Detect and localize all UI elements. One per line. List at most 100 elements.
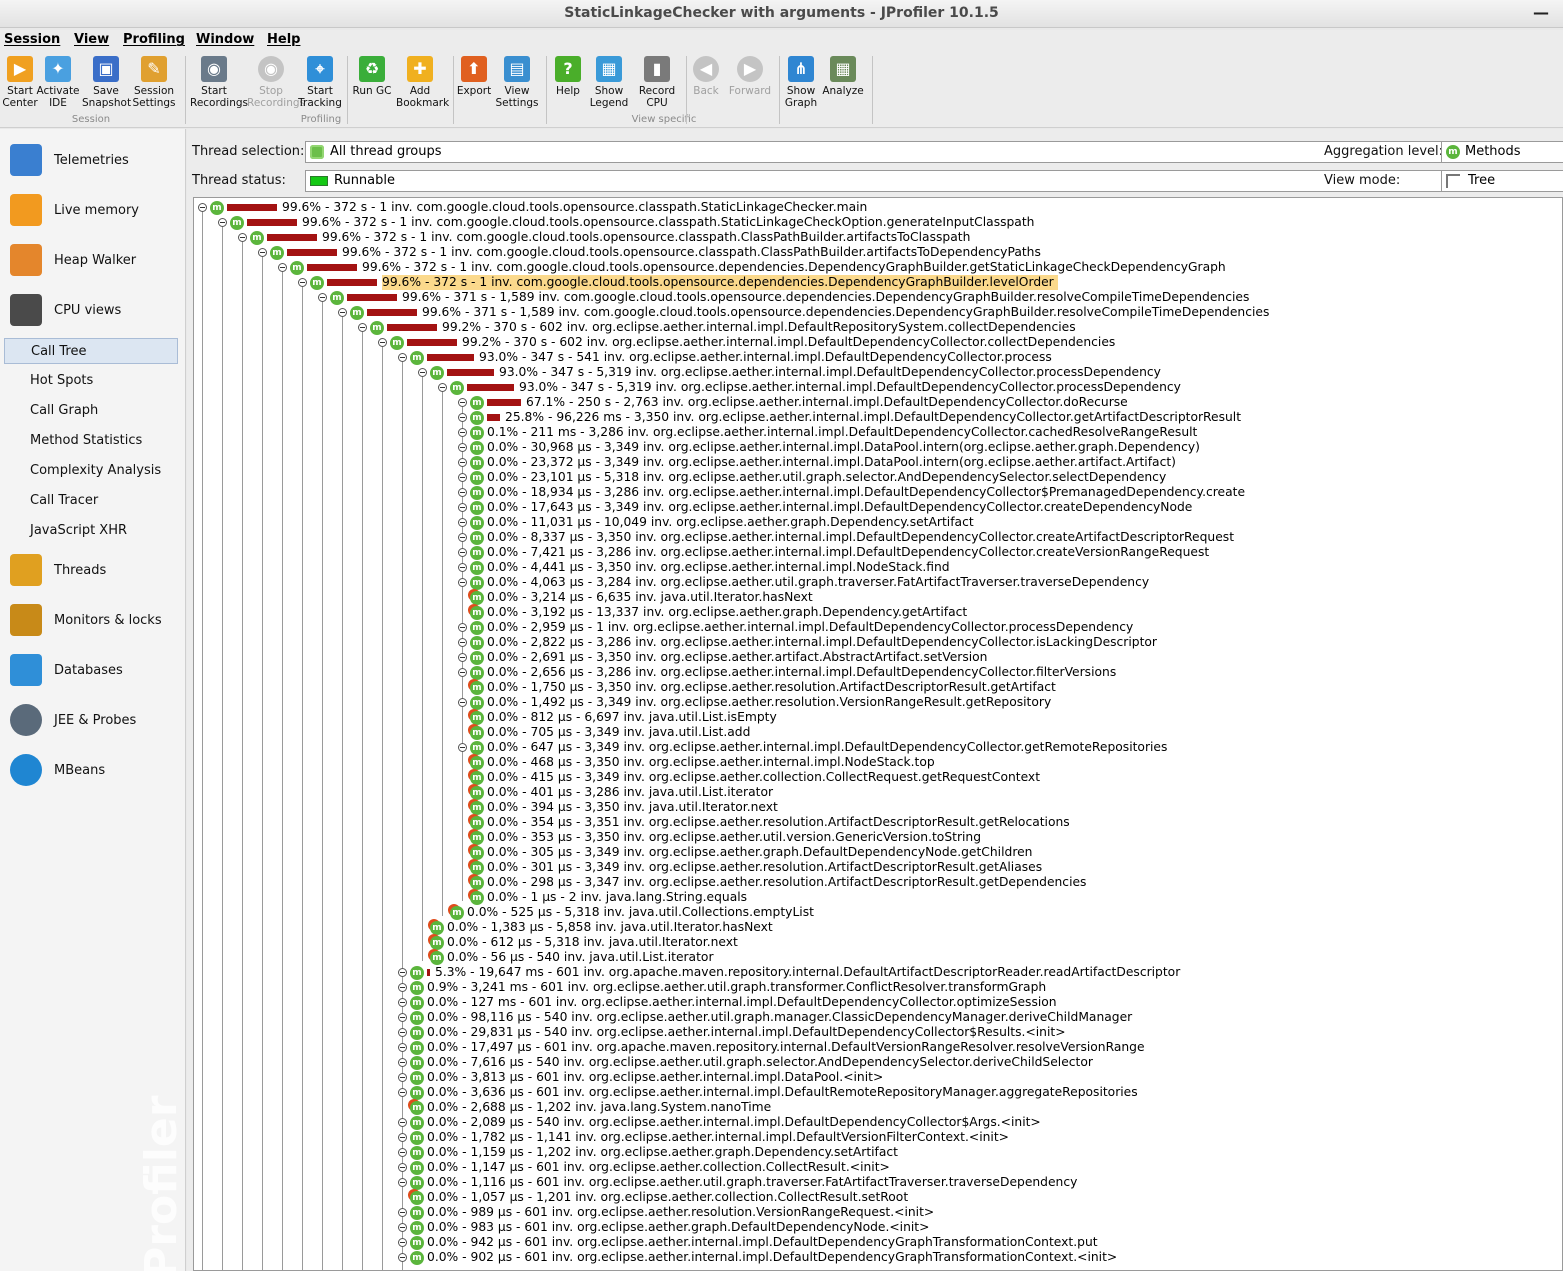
- expand-toggle-icon[interactable]: [398, 968, 407, 977]
- expand-toggle-icon[interactable]: [458, 518, 467, 527]
- tree-node[interactable]: m 99.2% - 370 s - 602 inv. org.eclipse.ae…: [378, 335, 1119, 350]
- expand-toggle-icon[interactable]: [398, 1028, 407, 1037]
- run-gc-button[interactable]: ♻ Run GC: [348, 54, 396, 116]
- expand-toggle-icon[interactable]: [338, 308, 347, 317]
- expand-toggle-icon[interactable]: [398, 1073, 407, 1082]
- expand-toggle-icon[interactable]: [458, 398, 467, 407]
- tree-node[interactable]: m 0.0% - 989 µs - 601 inv. org.eclipse.ae…: [398, 1205, 938, 1220]
- expand-toggle-icon[interactable]: [218, 218, 227, 227]
- expand-toggle-icon[interactable]: [458, 458, 467, 467]
- tree-node[interactable]: m 0.0% - 647 µs - 3,349 inv. org.eclipse.…: [458, 740, 1171, 755]
- tree-node[interactable]: m 0.0% - 3,813 µs - 601 inv. org.eclipse.…: [398, 1070, 887, 1085]
- tree-node[interactable]: m 0.9% - 3,241 ms - 601 inv. org.eclipse.…: [398, 980, 1050, 995]
- expand-toggle-icon[interactable]: [458, 638, 467, 647]
- tree-node[interactable]: m 0.0% - 525 µs - 5,318 inv. java.util.Co…: [438, 905, 818, 920]
- tree-node[interactable]: m 93.0% - 347 s - 5,319 inv. org.eclipse.…: [418, 365, 1165, 380]
- session-settings-button[interactable]: ✎ Session Settings: [130, 54, 178, 116]
- tree-node[interactable]: m 0.0% - 3,192 µs - 13,337 inv. org.eclip…: [458, 605, 971, 620]
- tree-node[interactable]: m 0.0% - 983 µs - 601 inv. org.eclipse.ae…: [398, 1220, 933, 1235]
- tree-node[interactable]: m 0.0% - 3,214 µs - 6,635 inv. java.util.…: [458, 590, 817, 605]
- activate-ide-button[interactable]: ✦ Activate IDE: [34, 54, 82, 116]
- tree-node[interactable]: m 0.0% - 127 ms - 601 inv. org.eclipse.ae…: [398, 995, 1061, 1010]
- tree-node[interactable]: m 0.0% - 11,031 µs - 10,049 inv. org.ecli…: [458, 515, 978, 530]
- expand-toggle-icon[interactable]: [358, 323, 367, 332]
- expand-toggle-icon[interactable]: [398, 1208, 407, 1217]
- expand-toggle-icon[interactable]: [458, 533, 467, 542]
- sidebar-item-threads[interactable]: Threads: [10, 550, 180, 590]
- sidebar-subitem-call-tracer[interactable]: Call Tracer: [4, 488, 178, 514]
- menu-profiling[interactable]: Profiling: [123, 32, 185, 47]
- sidebar-item-databases[interactable]: Databases: [10, 650, 180, 690]
- sidebar-item-mbeans[interactable]: MBeans: [10, 750, 180, 790]
- tree-node[interactable]: m 5.3% - 19,647 ms - 601 inv. org.apache.…: [398, 965, 1184, 980]
- expand-toggle-icon[interactable]: [398, 1058, 407, 1067]
- expand-toggle-icon[interactable]: [398, 1238, 407, 1247]
- sidebar-item-live-memory[interactable]: Live memory: [10, 190, 180, 230]
- expand-toggle-icon[interactable]: [458, 413, 467, 422]
- expand-toggle-icon[interactable]: [398, 1223, 407, 1232]
- expand-toggle-icon[interactable]: [458, 443, 467, 452]
- tree-node[interactable]: m 99.6% - 372 s - 1 inv. com.google.cloud…: [238, 230, 974, 245]
- tree-node[interactable]: m 0.0% - 902 µs - 601 inv. org.eclipse.ae…: [398, 1250, 1121, 1265]
- tree-node[interactable]: m 0.0% - 812 µs - 6,697 inv. java.util.Li…: [458, 710, 781, 725]
- tree-node[interactable]: m 0.0% - 7,421 µs - 3,286 inv. org.eclips…: [458, 545, 1213, 560]
- tree-node[interactable]: m 0.0% - 612 µs - 5,318 inv. java.util.It…: [418, 935, 742, 950]
- sidebar-item-cpu-views[interactable]: CPU views: [10, 290, 180, 330]
- tree-node[interactable]: m 0.0% - 1,159 µs - 1,202 inv. org.eclips…: [398, 1145, 902, 1160]
- menu-session[interactable]: Session: [4, 32, 60, 47]
- tree-node[interactable]: m 0.0% - 4,441 µs - 3,350 inv. org.eclips…: [458, 560, 954, 575]
- forward-button[interactable]: ▶ Forward: [726, 54, 774, 116]
- expand-toggle-icon[interactable]: [378, 338, 387, 347]
- expand-toggle-icon[interactable]: [398, 353, 407, 362]
- tree-node[interactable]: m 25.8% - 96,226 ms - 3,350 inv. org.ecli…: [458, 410, 1245, 425]
- tree-node[interactable]: m 93.0% - 347 s - 541 inv. org.eclipse.ae…: [398, 350, 1056, 365]
- back-button[interactable]: ◀ Back: [682, 54, 730, 116]
- tree-node[interactable]: m 0.0% - 23,101 µs - 5,318 inv. org.eclip…: [458, 470, 1170, 485]
- stop-recordings-button[interactable]: ◉ Stop Recordings: [247, 54, 305, 116]
- save-snapshot-button[interactable]: ▣ Save Snapshot: [82, 54, 131, 116]
- tree-node[interactable]: m 0.0% - 468 µs - 3,350 inv. org.eclipse.…: [458, 755, 939, 770]
- expand-toggle-icon[interactable]: [398, 1178, 407, 1187]
- export-button[interactable]: ⬆ Export: [450, 54, 498, 116]
- expand-toggle-icon[interactable]: [458, 563, 467, 572]
- expand-toggle-icon[interactable]: [458, 503, 467, 512]
- show-legend-button[interactable]: ▦ Show Legend: [585, 54, 633, 116]
- tree-node[interactable]: m 0.0% - 1,750 µs - 3,350 inv. org.eclips…: [458, 680, 1060, 695]
- tree-node[interactable]: m 0.0% - 1,492 µs - 3,349 inv. org.eclips…: [458, 695, 1055, 710]
- tree-node[interactable]: m 0.0% - 1,147 µs - 601 inv. org.eclipse.…: [398, 1160, 894, 1175]
- sidebar-subitem-method-statistics[interactable]: Method Statistics: [4, 428, 178, 454]
- expand-toggle-icon[interactable]: [398, 1013, 407, 1022]
- tree-node[interactable]: m 99.6% - 371 s - 1,589 inv. com.google.c…: [338, 305, 1273, 320]
- thread-selection-combo[interactable]: All thread groups ▼: [305, 141, 1496, 163]
- tree-node[interactable]: m 0.0% - 353 µs - 3,350 inv. org.eclipse.…: [458, 830, 985, 845]
- tree-node[interactable]: m 0.0% - 3,636 µs - 601 inv. org.eclipse.…: [398, 1085, 1142, 1100]
- tree-node[interactable]: m 0.0% - 2,688 µs - 1,202 inv. java.lang.…: [398, 1100, 775, 1115]
- tree-node[interactable]: m 0.0% - 1,057 µs - 1,201 inv. org.eclips…: [398, 1190, 912, 1205]
- tree-node[interactable]: m 99.6% - 372 s - 1 inv. com.google.cloud…: [258, 245, 1045, 260]
- tree-node[interactable]: m 0.0% - 298 µs - 3,347 inv. org.eclipse.…: [458, 875, 1090, 890]
- tree-node[interactable]: m 0.0% - 7,616 µs - 540 inv. org.eclipse.…: [398, 1055, 1097, 1070]
- expand-toggle-icon[interactable]: [458, 743, 467, 752]
- expand-toggle-icon[interactable]: [458, 428, 467, 437]
- expand-toggle-icon[interactable]: [458, 473, 467, 482]
- expand-toggle-icon[interactable]: [458, 578, 467, 587]
- expand-toggle-icon[interactable]: [398, 1133, 407, 1142]
- add-bookmark-button[interactable]: ✚ Add Bookmark: [396, 54, 449, 116]
- sidebar-item-monitors-locks[interactable]: Monitors & locks: [10, 600, 180, 640]
- tree-node[interactable]: m 0.0% - 18,934 µs - 3,286 inv. org.eclip…: [458, 485, 1249, 500]
- tree-node[interactable]: m 0.0% - 23,372 µs - 3,349 inv. org.eclip…: [458, 455, 1180, 470]
- tree-node[interactable]: m 0.0% - 1,116 µs - 601 inv. org.eclipse.…: [398, 1175, 1081, 1190]
- expand-toggle-icon[interactable]: [458, 623, 467, 632]
- expand-toggle-icon[interactable]: [418, 368, 427, 377]
- expand-toggle-icon[interactable]: [398, 1148, 407, 1157]
- tree-node[interactable]: m 0.0% - 301 µs - 3,349 inv. org.eclipse.…: [458, 860, 1046, 875]
- expand-toggle-icon[interactable]: [398, 1253, 407, 1262]
- minimize-button[interactable]: —: [1533, 0, 1549, 26]
- tree-node[interactable]: m 0.0% - 942 µs - 601 inv. org.eclipse.ae…: [398, 1235, 1102, 1250]
- tree-node[interactable]: m 99.6% - 371 s - 1,589 inv. com.google.c…: [318, 290, 1253, 305]
- expand-toggle-icon[interactable]: [398, 1163, 407, 1172]
- tree-node[interactable]: m 99.2% - 370 s - 602 inv. org.eclipse.ae…: [358, 320, 1080, 335]
- tree-node[interactable]: m 0.0% - 705 µs - 3,349 inv. java.util.Li…: [458, 725, 754, 740]
- start-recordings-button[interactable]: ◉ Start Recordings: [190, 54, 248, 116]
- tree-node[interactable]: m 0.0% - 354 µs - 3,351 inv. org.eclipse.…: [458, 815, 1074, 830]
